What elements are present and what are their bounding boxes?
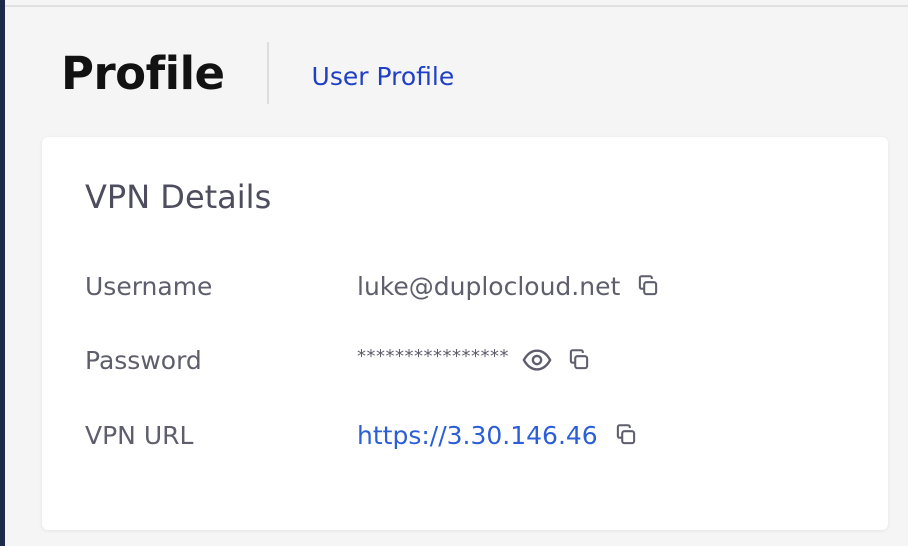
vpn-details-card: VPN Details Username luke@duplocloud.net…	[42, 137, 888, 530]
vpn-url-row: VPN URL https://3.30.146.46	[85, 420, 641, 450]
password-label: Password	[85, 345, 202, 375]
page-title: Profile	[61, 46, 225, 100]
password-row: Password ****************	[85, 345, 594, 375]
eye-icon[interactable]	[522, 345, 552, 375]
copy-icon[interactable]	[633, 271, 663, 301]
copy-icon[interactable]	[611, 420, 641, 450]
username-label: Username	[85, 271, 213, 301]
top-divider	[0, 5, 908, 7]
breadcrumb-user-profile[interactable]: User Profile	[312, 64, 455, 89]
vpn-url-label: VPN URL	[85, 420, 194, 450]
username-value: luke@duplocloud.net	[357, 271, 621, 301]
vpn-url-link[interactable]: https://3.30.146.46	[357, 423, 598, 448]
sidebar-edge	[0, 0, 5, 546]
card-title: VPN Details	[85, 178, 272, 216]
page-header: Profile User Profile	[61, 42, 454, 104]
username-row: Username luke@duplocloud.net	[85, 271, 663, 301]
header-divider	[266, 42, 269, 104]
password-value: ****************	[357, 346, 509, 367]
copy-icon[interactable]	[564, 345, 594, 375]
profile-page: Profile User Profile VPN Details Usernam…	[0, 0, 908, 546]
